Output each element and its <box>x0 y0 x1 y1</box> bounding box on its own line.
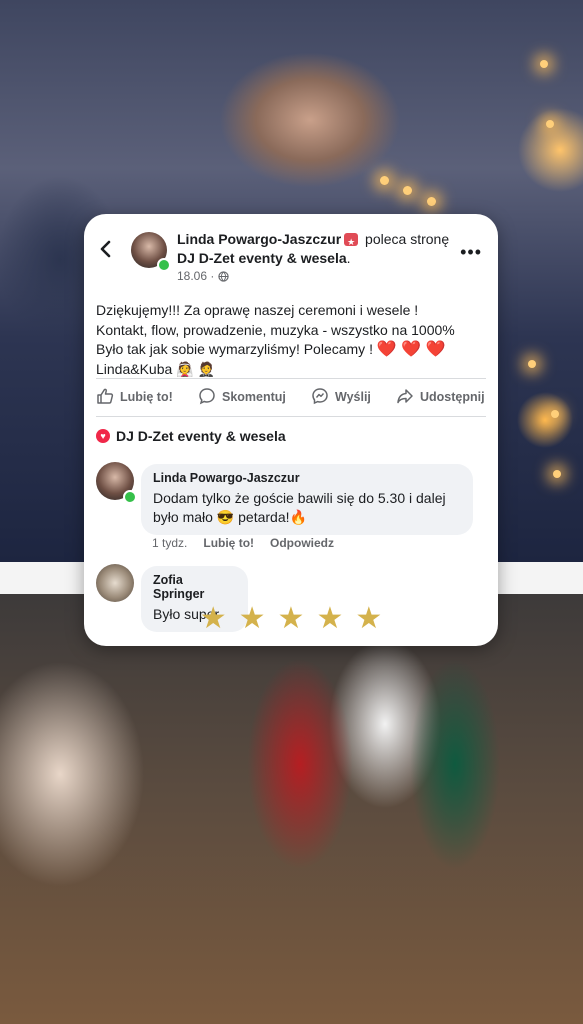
post-body-line: Dziękujęmy!!! Za oprawę naszej ceremoni … <box>96 302 419 318</box>
stage-light <box>427 197 436 206</box>
comment-text: Dodam tylko że goście bawili się do 5.30… <box>153 490 446 506</box>
comment-text: było mało 😎 petarda!🔥 <box>153 509 307 525</box>
heart-badge-icon: ♥ <box>96 429 110 443</box>
bride-emoji-icon: 👰 <box>176 360 194 377</box>
comment-meta: 1 tydz. Lubię to! Odpowiedz <box>152 536 334 550</box>
divider <box>96 378 486 379</box>
star-icon: ★ <box>238 602 266 635</box>
stage-light <box>553 470 561 478</box>
back-arrow-icon[interactable] <box>98 238 114 260</box>
stage-light <box>403 186 412 195</box>
comment-author[interactable]: Linda Powargo-Jaszczur <box>153 471 461 485</box>
globe-icon <box>218 271 229 285</box>
online-status-dot <box>123 490 137 504</box>
comment-bubble-icon <box>198 387 216 408</box>
post-actions-bar: Lubię to! Skomentuj Wyślij Udostępnij <box>84 384 498 414</box>
divider <box>96 416 486 417</box>
star-icon: ★ <box>277 602 305 635</box>
post-header: Linda Powargo-Jaszczur poleca stronę DJ … <box>177 230 457 268</box>
post-body-text: Było tak jak sobie wymarzyliśmy! Polecam… <box>96 341 373 357</box>
stage-light <box>380 176 389 185</box>
commenter-avatar[interactable] <box>96 564 134 602</box>
comment-bubble: Linda Powargo-Jaszczur Dodam tylko że go… <box>141 464 473 535</box>
star-icon: ★ <box>316 602 344 635</box>
comment-time[interactable]: 1 tydz. <box>152 536 187 550</box>
stage-light <box>528 360 536 368</box>
post-signature: Linda&Kuba <box>96 360 173 377</box>
share-label: Udostępnij <box>420 390 485 404</box>
recommended-page-name[interactable]: DJ D-Zet eventy & wesela <box>177 250 347 266</box>
comment-label: Skomentuj <box>222 390 286 404</box>
send-button[interactable]: Wyślij <box>311 384 371 410</box>
thumbs-up-icon <box>96 387 114 408</box>
post-body: Dziękujęmy!!! Za oprawę naszej ceremoni … <box>96 301 488 379</box>
recommended-page-label: DJ D-Zet eventy & wesela <box>116 428 286 444</box>
review-card: Linda Powargo-Jaszczur poleca stronę DJ … <box>84 214 498 646</box>
stage-light <box>551 410 559 418</box>
online-status-dot <box>157 258 171 272</box>
share-button[interactable]: Udostępnij <box>396 384 485 410</box>
post-action-text: poleca stronę <box>365 231 450 247</box>
comment-button[interactable]: Skomentuj <box>198 384 286 410</box>
recommended-page-line[interactable]: ♥ DJ D-Zet eventy & wesela <box>96 428 286 444</box>
share-arrow-icon <box>396 387 414 408</box>
rating-stars: ★ ★ ★ ★ ★ <box>84 604 498 634</box>
stage-light <box>540 60 548 68</box>
post-body-line: Było tak jak sobie wymarzyliśmy! Polecam… <box>96 340 488 360</box>
post-meta: 18.06 · <box>177 269 229 285</box>
like-label: Lubię to! <box>120 390 173 404</box>
recommend-badge-icon <box>344 233 359 252</box>
star-icon: ★ <box>355 602 383 635</box>
comment-reply-link[interactable]: Odpowiedz <box>270 536 334 550</box>
stage-light <box>546 120 554 128</box>
like-button[interactable]: Lubię to! <box>96 384 173 410</box>
star-icon: ★ <box>199 602 227 635</box>
hearts-emoji: ❤️ ❤️ ❤️ <box>376 341 446 358</box>
comment-author[interactable]: Zofia Springer <box>153 573 236 601</box>
groom-emoji-icon: 🤵 <box>197 360 215 377</box>
dancing-guests-photo <box>0 594 583 1024</box>
post-author-name[interactable]: Linda Powargo-Jaszczur <box>177 231 341 247</box>
more-options-icon[interactable]: ••• <box>460 242 482 263</box>
post-body-line: Linda&Kuba 👰 🤵 <box>96 360 488 380</box>
messenger-icon <box>311 387 329 408</box>
post-body-line: Kontakt, flow, prowadzenie, muzyka - wsz… <box>96 321 455 338</box>
send-label: Wyślij <box>335 390 371 404</box>
post-date[interactable]: 18.06 · <box>177 269 214 283</box>
comment-like-link[interactable]: Lubię to! <box>203 536 254 550</box>
